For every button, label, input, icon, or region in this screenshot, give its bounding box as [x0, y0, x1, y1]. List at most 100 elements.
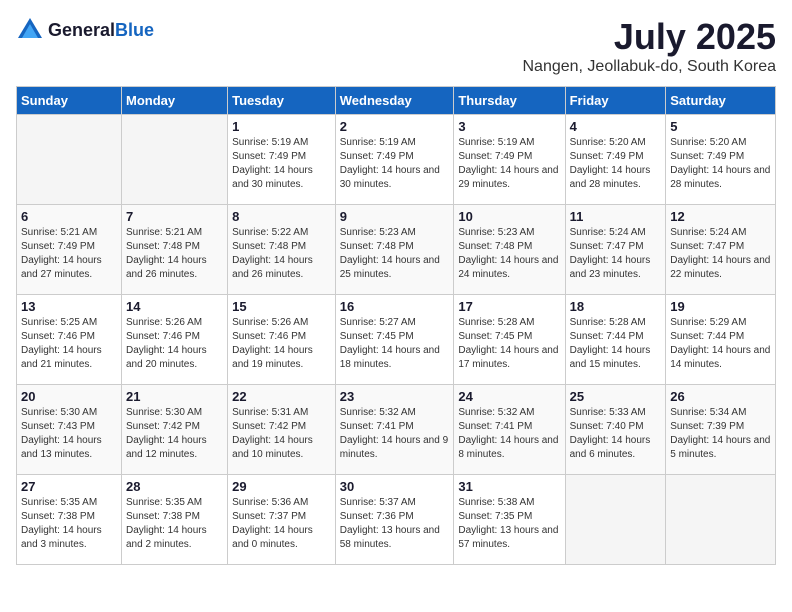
calendar-cell: 5 Sunrise: 5:20 AM Sunset: 7:49 PM Daylig…: [666, 115, 776, 205]
weekday-header-wednesday: Wednesday: [335, 87, 454, 115]
day-info: Sunrise: 5:20 AM Sunset: 7:49 PM Dayligh…: [570, 136, 662, 192]
title-area: July 2025 Nangen, Jeollabuk-do, South Ko…: [522, 16, 776, 76]
day-number: 20: [21, 389, 117, 404]
calendar-week-1: 1 Sunrise: 5:19 AM Sunset: 7:49 PM Daylig…: [17, 115, 776, 205]
day-number: 9: [340, 209, 450, 224]
day-info: Sunrise: 5:22 AM Sunset: 7:48 PM Dayligh…: [232, 226, 331, 282]
day-info: Sunrise: 5:37 AM Sunset: 7:36 PM Dayligh…: [340, 496, 450, 552]
day-number: 17: [458, 299, 560, 314]
day-info: Sunrise: 5:38 AM Sunset: 7:35 PM Dayligh…: [458, 496, 560, 552]
day-number: 5: [670, 119, 771, 134]
calendar-cell: 25 Sunrise: 5:33 AM Sunset: 7:40 PM Dayli…: [565, 385, 666, 475]
day-number: 23: [340, 389, 450, 404]
calendar-cell: 17 Sunrise: 5:28 AM Sunset: 7:45 PM Dayli…: [454, 295, 565, 385]
calendar-cell: 19 Sunrise: 5:29 AM Sunset: 7:44 PM Dayli…: [666, 295, 776, 385]
subtitle: Nangen, Jeollabuk-do, South Korea: [522, 58, 776, 76]
logo-general: General: [48, 20, 115, 40]
day-number: 1: [232, 119, 331, 134]
day-info: Sunrise: 5:35 AM Sunset: 7:38 PM Dayligh…: [126, 496, 223, 552]
calendar-cell: 13 Sunrise: 5:25 AM Sunset: 7:46 PM Dayli…: [17, 295, 122, 385]
logo-blue: Blue: [115, 20, 154, 40]
calendar-cell: 6Sunrise: 5:21 AM Sunset: 7:49 PM Daylig…: [17, 205, 122, 295]
day-info: Sunrise: 5:32 AM Sunset: 7:41 PM Dayligh…: [458, 406, 560, 462]
day-info: Sunrise: 5:19 AM Sunset: 7:49 PM Dayligh…: [340, 136, 450, 192]
day-number: 15: [232, 299, 331, 314]
calendar-cell: 2 Sunrise: 5:19 AM Sunset: 7:49 PM Daylig…: [335, 115, 454, 205]
day-number: 4: [570, 119, 662, 134]
day-number: 25: [570, 389, 662, 404]
day-number: 13: [21, 299, 117, 314]
day-info: Sunrise: 5:24 AM Sunset: 7:47 PM Dayligh…: [670, 226, 771, 282]
day-number: 12: [670, 209, 771, 224]
calendar-week-2: 6Sunrise: 5:21 AM Sunset: 7:49 PM Daylig…: [17, 205, 776, 295]
day-number: 8: [232, 209, 331, 224]
day-number: 31: [458, 479, 560, 494]
day-info: Sunrise: 5:26 AM Sunset: 7:46 PM Dayligh…: [232, 316, 331, 372]
calendar-cell: 20Sunrise: 5:30 AM Sunset: 7:43 PM Dayli…: [17, 385, 122, 475]
day-info: Sunrise: 5:24 AM Sunset: 7:47 PM Dayligh…: [570, 226, 662, 282]
calendar-cell: 22Sunrise: 5:31 AM Sunset: 7:42 PM Dayli…: [228, 385, 336, 475]
calendar-cell: 29Sunrise: 5:36 AM Sunset: 7:37 PM Dayli…: [228, 475, 336, 565]
calendar-cell: [666, 475, 776, 565]
calendar-cell: 12 Sunrise: 5:24 AM Sunset: 7:47 PM Dayli…: [666, 205, 776, 295]
calendar-table: SundayMondayTuesdayWednesdayThursdayFrid…: [16, 86, 776, 565]
calendar-week-5: 27 Sunrise: 5:35 AM Sunset: 7:38 PM Dayli…: [17, 475, 776, 565]
day-number: 22: [232, 389, 331, 404]
calendar-week-4: 20Sunrise: 5:30 AM Sunset: 7:43 PM Dayli…: [17, 385, 776, 475]
day-number: 10: [458, 209, 560, 224]
day-number: 26: [670, 389, 771, 404]
calendar-cell: 31 Sunrise: 5:38 AM Sunset: 7:35 PM Dayli…: [454, 475, 565, 565]
day-info: Sunrise: 5:35 AM Sunset: 7:38 PM Dayligh…: [21, 496, 117, 552]
day-info: Sunrise: 5:20 AM Sunset: 7:49 PM Dayligh…: [670, 136, 771, 192]
day-info: Sunrise: 5:23 AM Sunset: 7:48 PM Dayligh…: [458, 226, 560, 282]
calendar-cell: 15 Sunrise: 5:26 AM Sunset: 7:46 PM Dayli…: [228, 295, 336, 385]
day-info: Sunrise: 5:21 AM Sunset: 7:48 PM Dayligh…: [126, 226, 223, 282]
calendar-cell: 10 Sunrise: 5:23 AM Sunset: 7:48 PM Dayli…: [454, 205, 565, 295]
day-info: Sunrise: 5:23 AM Sunset: 7:48 PM Dayligh…: [340, 226, 450, 282]
calendar-cell: 7 Sunrise: 5:21 AM Sunset: 7:48 PM Daylig…: [121, 205, 227, 295]
day-info: Sunrise: 5:28 AM Sunset: 7:45 PM Dayligh…: [458, 316, 560, 372]
calendar-cell: 18Sunrise: 5:28 AM Sunset: 7:44 PM Dayli…: [565, 295, 666, 385]
day-number: 6: [21, 209, 117, 224]
day-number: 11: [570, 209, 662, 224]
day-number: 2: [340, 119, 450, 134]
calendar-cell: 26 Sunrise: 5:34 AM Sunset: 7:39 PM Dayli…: [666, 385, 776, 475]
day-info: Sunrise: 5:25 AM Sunset: 7:46 PM Dayligh…: [21, 316, 117, 372]
weekday-header-thursday: Thursday: [454, 87, 565, 115]
calendar-cell: 3Sunrise: 5:19 AM Sunset: 7:49 PM Daylig…: [454, 115, 565, 205]
day-info: Sunrise: 5:27 AM Sunset: 7:45 PM Dayligh…: [340, 316, 450, 372]
calendar-cell: [565, 475, 666, 565]
weekday-header-friday: Friday: [565, 87, 666, 115]
day-info: Sunrise: 5:30 AM Sunset: 7:42 PM Dayligh…: [126, 406, 223, 462]
calendar-cell: 21 Sunrise: 5:30 AM Sunset: 7:42 PM Dayli…: [121, 385, 227, 475]
calendar-cell: 28 Sunrise: 5:35 AM Sunset: 7:38 PM Dayli…: [121, 475, 227, 565]
day-number: 27: [21, 479, 117, 494]
day-info: Sunrise: 5:26 AM Sunset: 7:46 PM Dayligh…: [126, 316, 223, 372]
day-info: Sunrise: 5:19 AM Sunset: 7:49 PM Dayligh…: [232, 136, 331, 192]
weekday-header-monday: Monday: [121, 87, 227, 115]
logo-icon: [16, 16, 44, 44]
day-info: Sunrise: 5:29 AM Sunset: 7:44 PM Dayligh…: [670, 316, 771, 372]
weekday-header-row: SundayMondayTuesdayWednesdayThursdayFrid…: [17, 87, 776, 115]
calendar-cell: 16Sunrise: 5:27 AM Sunset: 7:45 PM Dayli…: [335, 295, 454, 385]
main-title: July 2025: [522, 16, 776, 58]
logo: GeneralBlue: [16, 16, 154, 44]
calendar-cell: 1 Sunrise: 5:19 AM Sunset: 7:49 PM Daylig…: [228, 115, 336, 205]
day-info: Sunrise: 5:34 AM Sunset: 7:39 PM Dayligh…: [670, 406, 771, 462]
day-number: 21: [126, 389, 223, 404]
calendar-cell: [121, 115, 227, 205]
day-info: Sunrise: 5:32 AM Sunset: 7:41 PM Dayligh…: [340, 406, 450, 462]
day-number: 29: [232, 479, 331, 494]
calendar-cell: 9 Sunrise: 5:23 AM Sunset: 7:48 PM Daylig…: [335, 205, 454, 295]
day-number: 7: [126, 209, 223, 224]
weekday-header-tuesday: Tuesday: [228, 87, 336, 115]
day-number: 24: [458, 389, 560, 404]
calendar-cell: 8 Sunrise: 5:22 AM Sunset: 7:48 PM Daylig…: [228, 205, 336, 295]
day-number: 19: [670, 299, 771, 314]
calendar-cell: 30Sunrise: 5:37 AM Sunset: 7:36 PM Dayli…: [335, 475, 454, 565]
day-info: Sunrise: 5:19 AM Sunset: 7:49 PM Dayligh…: [458, 136, 560, 192]
calendar-cell: 27 Sunrise: 5:35 AM Sunset: 7:38 PM Dayli…: [17, 475, 122, 565]
day-number: 28: [126, 479, 223, 494]
day-number: 18: [570, 299, 662, 314]
day-info: Sunrise: 5:33 AM Sunset: 7:40 PM Dayligh…: [570, 406, 662, 462]
